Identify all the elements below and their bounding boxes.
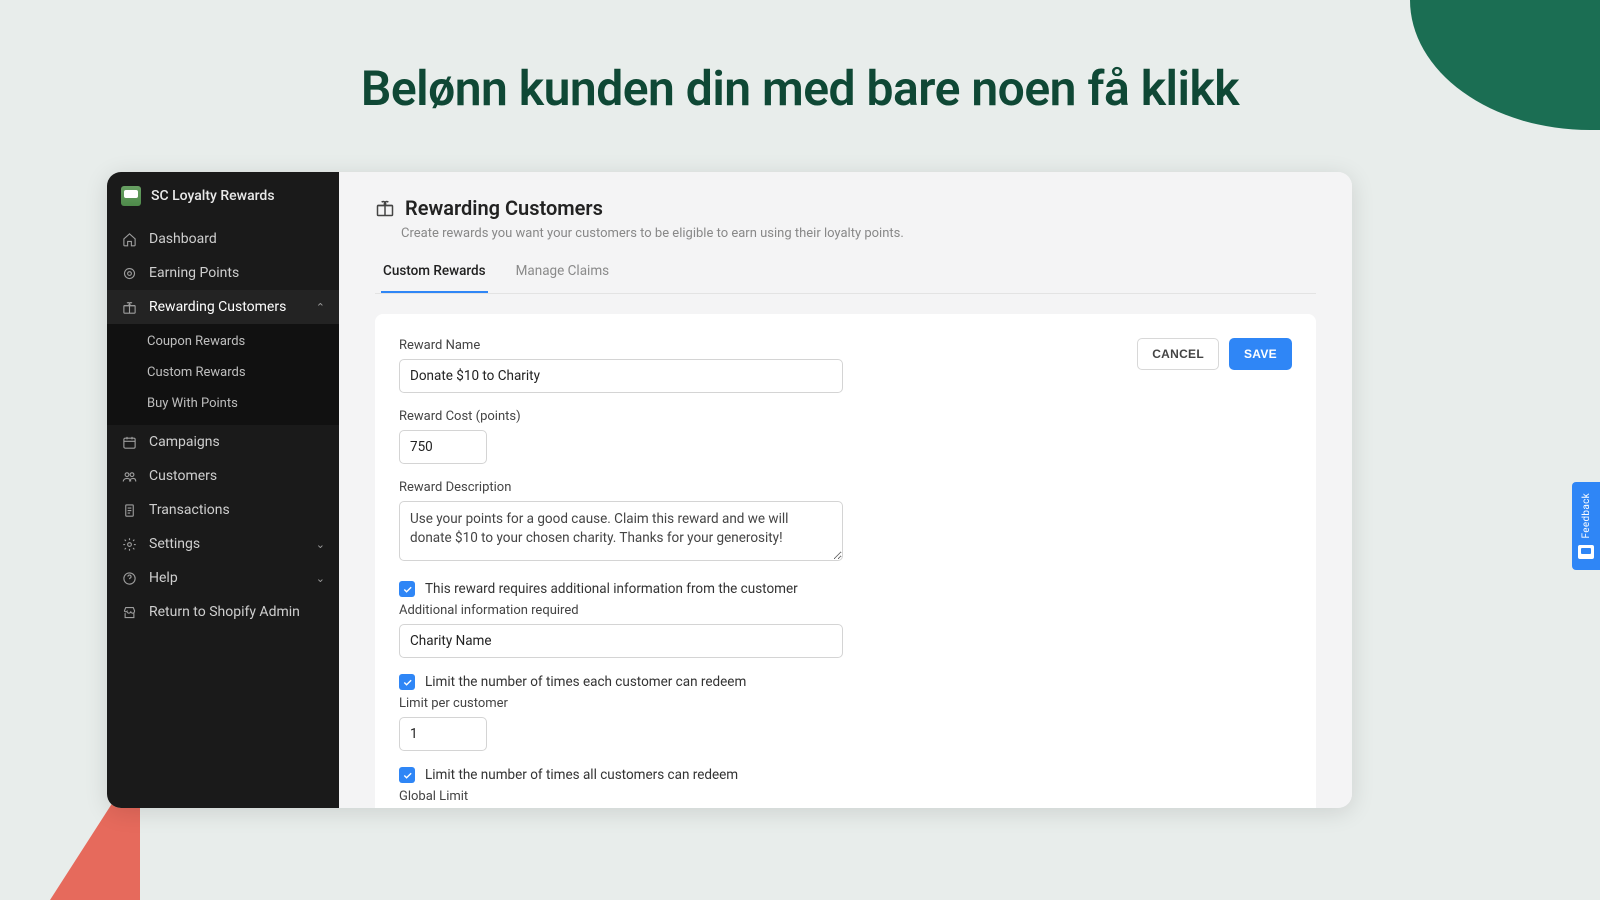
reward-cost-input[interactable]: [399, 430, 487, 464]
global-limit-checkbox[interactable]: [399, 767, 415, 783]
save-button[interactable]: SAVE: [1229, 338, 1292, 370]
reward-description-input[interactable]: Use your points for a good cause. Claim …: [399, 501, 843, 561]
reward-name-input[interactable]: [399, 359, 843, 393]
sidebar-subitem-coupon-rewards[interactable]: Coupon Rewards: [107, 326, 339, 357]
gift-icon: [121, 299, 137, 315]
sidebar-item-label: Campaigns: [149, 434, 220, 450]
chevron-down-icon: ⌄: [316, 538, 325, 551]
sidebar-item-settings[interactable]: Settings ⌄: [107, 527, 339, 561]
app-name: SC Loyalty Rewards: [151, 188, 275, 204]
target-icon: [121, 265, 137, 281]
chevron-up-icon: ⌃: [316, 301, 325, 314]
chevron-down-icon: ⌄: [316, 572, 325, 585]
gear-icon: [121, 536, 137, 552]
tab-manage-claims[interactable]: Manage Claims: [514, 255, 612, 293]
sidebar-item-label: Rewarding Customers: [149, 299, 286, 315]
limit-per-customer-check-label: Limit the number of times each customer …: [425, 674, 746, 690]
sidebar-item-label: Dashboard: [149, 231, 217, 247]
sidebar-header: SC Loyalty Rewards: [107, 172, 339, 222]
limit-per-customer-label: Limit per customer: [399, 696, 1292, 711]
sidebar-subitem-buy-with-points[interactable]: Buy With Points: [107, 388, 339, 419]
feedback-label: Feedback: [1581, 493, 1592, 538]
sidebar: SC Loyalty Rewards Dashboard Earning Poi…: [107, 172, 339, 808]
cancel-button[interactable]: CANCEL: [1137, 338, 1219, 370]
limit-per-customer-input[interactable]: [399, 717, 487, 751]
app-window: SC Loyalty Rewards Dashboard Earning Poi…: [107, 172, 1352, 808]
additional-info-checkbox[interactable]: [399, 581, 415, 597]
sidebar-item-label: Transactions: [149, 502, 230, 518]
calendar-icon: [121, 434, 137, 450]
store-icon: [121, 604, 137, 620]
sidebar-item-label: Settings: [149, 536, 200, 552]
limit-per-customer-checkbox[interactable]: [399, 674, 415, 690]
page-title: Rewarding Customers: [405, 196, 603, 220]
sidebar-item-transactions[interactable]: Transactions: [107, 493, 339, 527]
reward-cost-label: Reward Cost (points): [399, 409, 1292, 424]
sidebar-item-label: Earning Points: [149, 265, 239, 281]
users-icon: [121, 468, 137, 484]
document-icon: [121, 502, 137, 518]
additional-info-input[interactable]: [399, 624, 843, 658]
sidebar-item-rewarding-customers[interactable]: Rewarding Customers ⌃: [107, 290, 339, 324]
feedback-tab[interactable]: Feedback: [1572, 482, 1600, 570]
page-header: Rewarding Customers: [375, 196, 1316, 220]
sidebar-item-campaigns[interactable]: Campaigns: [107, 425, 339, 459]
reward-form-card: CANCEL SAVE Reward Name Reward Cost (poi…: [375, 314, 1316, 808]
sidebar-submenu-rewarding: Coupon Rewards Custom Rewards Buy With P…: [107, 324, 339, 425]
app-logo-icon: [121, 186, 141, 206]
page-subtitle: Create rewards you want your customers t…: [401, 226, 1316, 241]
main-content: Rewarding Customers Create rewards you w…: [339, 172, 1352, 808]
reward-description-label: Reward Description: [399, 480, 1292, 495]
sidebar-item-return-shopify[interactable]: Return to Shopify Admin: [107, 595, 339, 629]
gift-icon: [375, 198, 395, 218]
global-limit-label: Global Limit: [399, 789, 1292, 804]
sidebar-item-label: Customers: [149, 468, 217, 484]
sidebar-item-label: Return to Shopify Admin: [149, 604, 300, 620]
sidebar-item-earning-points[interactable]: Earning Points: [107, 256, 339, 290]
promo-headline: Belønn kunden din med bare noen få klikk: [0, 0, 1600, 157]
sidebar-subitem-custom-rewards[interactable]: Custom Rewards: [107, 357, 339, 388]
message-icon: [1578, 545, 1594, 559]
tabs: Custom Rewards Manage Claims: [375, 255, 1316, 294]
global-limit-check-label: Limit the number of times all customers …: [425, 767, 738, 783]
tab-custom-rewards[interactable]: Custom Rewards: [381, 255, 488, 293]
sidebar-item-customers[interactable]: Customers: [107, 459, 339, 493]
home-icon: [121, 231, 137, 247]
sidebar-item-label: Help: [149, 570, 178, 586]
card-actions: CANCEL SAVE: [1137, 338, 1292, 370]
additional-info-check-label: This reward requires additional informat…: [425, 581, 798, 597]
additional-info-label: Additional information required: [399, 603, 1292, 618]
sidebar-item-help[interactable]: Help ⌄: [107, 561, 339, 595]
sidebar-item-dashboard[interactable]: Dashboard: [107, 222, 339, 256]
help-icon: [121, 570, 137, 586]
